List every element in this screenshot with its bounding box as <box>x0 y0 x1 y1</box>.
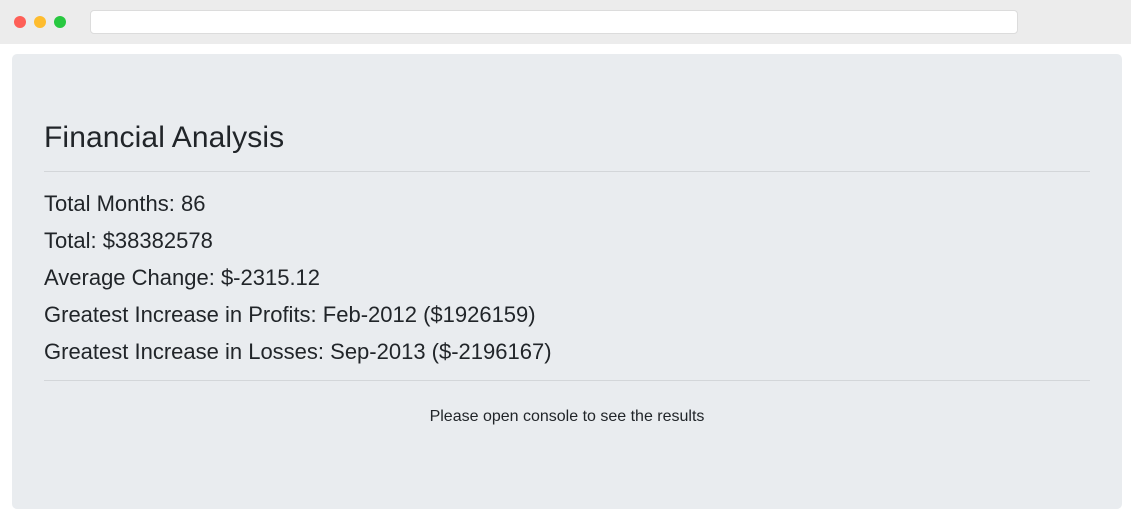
greatest-increase-losses: Greatest Increase in Losses: Sep-2013 ($… <box>44 339 552 364</box>
divider-top <box>44 171 1090 172</box>
jumbotron-panel: Financial Analysis Total Months: 86 Tota… <box>12 54 1122 509</box>
page-viewport: Financial Analysis Total Months: 86 Tota… <box>0 44 1131 526</box>
total-amount: Total: $38382578 <box>44 228 213 253</box>
divider-bottom <box>44 380 1090 381</box>
stats-list: Total Months: 86 Total: $38382578 Averag… <box>44 185 552 370</box>
total-months: Total Months: 86 <box>44 191 206 216</box>
address-bar[interactable] <box>90 10 1018 34</box>
average-change: Average Change: $-2315.12 <box>44 265 321 290</box>
greatest-increase-profits: Greatest Increase in Profits: Feb-2012 (… <box>44 302 536 327</box>
console-note: Please open console to see the results <box>429 408 705 425</box>
browser-titlebar <box>0 0 1131 44</box>
minimize-icon[interactable] <box>34 16 46 28</box>
maximize-icon[interactable] <box>54 16 66 28</box>
close-icon[interactable] <box>14 16 26 28</box>
page-title: Financial Analysis <box>44 121 285 154</box>
browser-window: Financial Analysis Total Months: 86 Tota… <box>0 0 1131 526</box>
